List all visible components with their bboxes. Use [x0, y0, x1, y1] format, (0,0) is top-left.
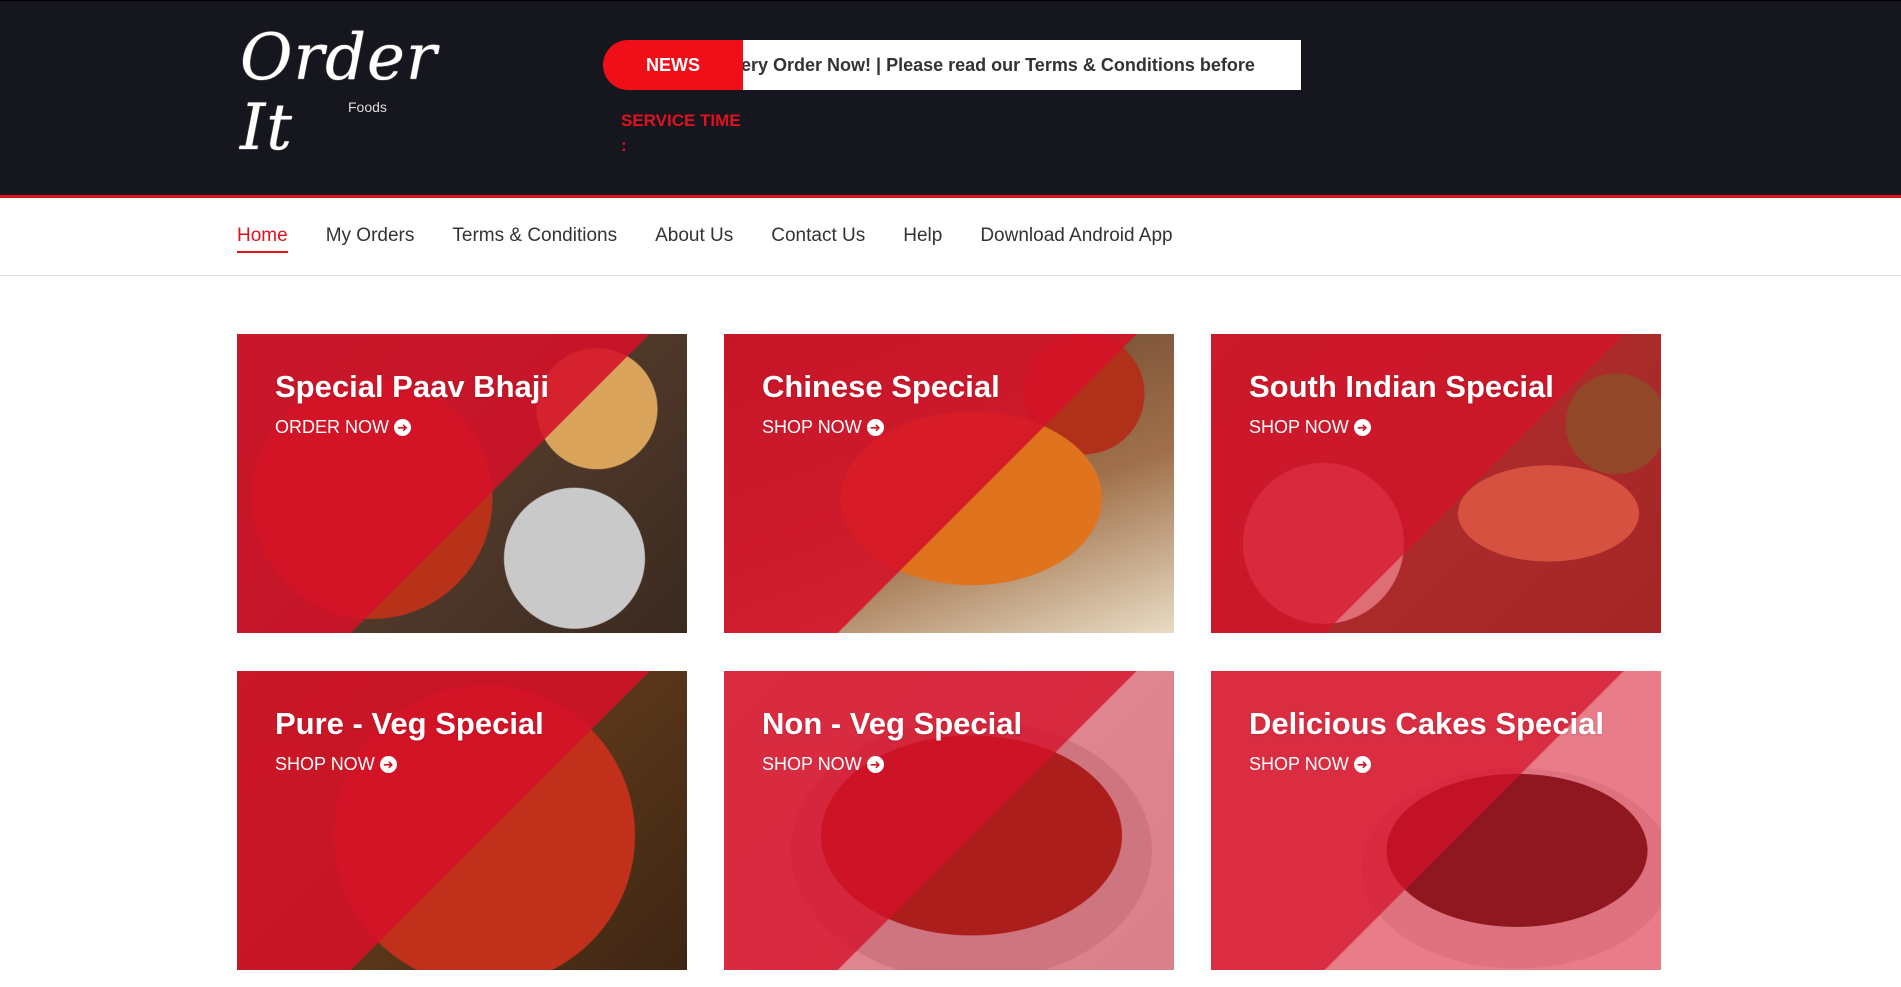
category-grid: Special Paav Bhaji ORDER NOW ➜ Chinese S… — [237, 334, 1662, 970]
arrow-circle-right-icon: ➜ — [379, 756, 397, 773]
logo-subtitle: Foods — [348, 99, 387, 115]
category-tile-cakes[interactable]: Delicious Cakes Special SHOP NOW ➜ — [1211, 671, 1661, 970]
shop-now-link[interactable]: SHOP NOW ➜ — [1249, 754, 1609, 775]
shop-now-link[interactable]: SHOP NOW ➜ — [762, 754, 1122, 775]
order-now-link[interactable]: ORDER NOW ➜ — [275, 417, 635, 438]
arrow-circle-right-icon: ➜ — [866, 419, 884, 436]
cta-label: SHOP NOW — [1249, 754, 1349, 774]
service-time-value: : — [621, 136, 627, 155]
shop-now-link[interactable]: SHOP NOW ➜ — [1249, 417, 1609, 438]
main-nav: Home My Orders Terms & Conditions About … — [0, 198, 1901, 276]
tile-title: Special Paav Bhaji — [275, 369, 549, 404]
cta-label: SHOP NOW — [1249, 417, 1349, 437]
nav-contact-us[interactable]: Contact Us — [771, 225, 865, 253]
cta-label: SHOP NOW — [275, 754, 375, 774]
category-tile-paav-bhaji[interactable]: Special Paav Bhaji ORDER NOW ➜ — [237, 334, 687, 633]
arrow-circle-right-icon: ➜ — [866, 756, 884, 773]
service-time-label: SERVICE TIME — [621, 111, 741, 130]
logo-text: Order It — [240, 21, 438, 165]
cta-label: SHOP NOW — [762, 417, 862, 437]
site-logo[interactable]: Order It Foods — [240, 23, 505, 163]
arrow-circle-right-icon: ➜ — [1353, 419, 1371, 436]
news-label: NEWS — [603, 40, 743, 90]
shop-now-link[interactable]: SHOP NOW ➜ — [762, 417, 1122, 438]
nav-home[interactable]: Home — [237, 225, 288, 253]
category-tile-chinese[interactable]: Chinese Special SHOP NOW ➜ — [724, 334, 1174, 633]
news-ticker[interactable]: very Order Now! | Please read our Terms … — [743, 40, 1301, 90]
arrow-circle-right-icon: ➜ — [1353, 756, 1371, 773]
site-header: Order It Foods NEWS very Order Now! | Pl… — [0, 0, 1901, 198]
arrow-circle-right-icon: ➜ — [394, 419, 411, 436]
tile-title: Pure - Veg Special — [275, 706, 544, 741]
category-tile-south-indian[interactable]: South Indian Special SHOP NOW ➜ — [1211, 334, 1661, 633]
category-tile-pure-veg[interactable]: Pure - Veg Special SHOP NOW ➜ — [237, 671, 687, 970]
nav-help[interactable]: Help — [903, 225, 942, 253]
cta-label: SHOP NOW — [762, 754, 862, 774]
tile-title: Delicious Cakes Special — [1249, 706, 1604, 741]
nav-terms[interactable]: Terms & Conditions — [452, 225, 617, 253]
nav-download-app[interactable]: Download Android App — [980, 225, 1172, 253]
shop-now-link[interactable]: SHOP NOW ➜ — [275, 754, 635, 775]
cta-label: ORDER NOW — [275, 417, 389, 437]
tile-title: Non - Veg Special — [762, 706, 1023, 741]
nav-about-us[interactable]: About Us — [655, 225, 733, 253]
nav-my-orders[interactable]: My Orders — [326, 225, 415, 253]
news-ticker-text[interactable]: very Order Now! | Please read our Terms … — [743, 55, 1255, 76]
tile-title: Chinese Special — [762, 369, 1000, 404]
tile-title: South Indian Special — [1249, 369, 1554, 404]
category-tile-non-veg[interactable]: Non - Veg Special SHOP NOW ➜ — [724, 671, 1174, 970]
